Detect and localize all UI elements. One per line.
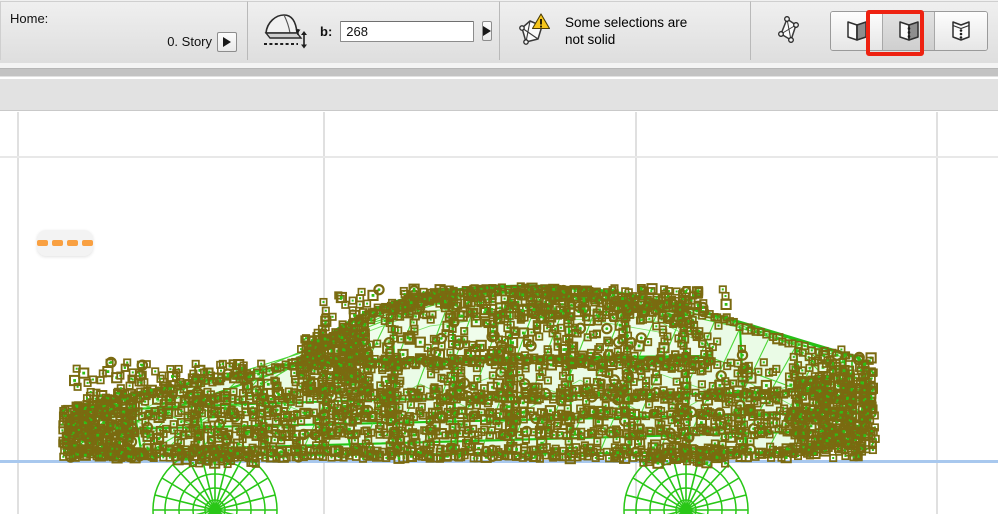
solid-model-icon[interactable]: [772, 14, 830, 48]
book-closed-dotted-icon: [948, 18, 974, 44]
drawing-canvas[interactable]: [0, 112, 998, 514]
elevation-input[interactable]: [340, 20, 475, 42]
view-mode-book-closed-dotted[interactable]: [935, 12, 987, 50]
elevation-shape-icon: [260, 11, 312, 51]
next-story-button[interactable]: [217, 31, 237, 52]
elevation-step-button[interactable]: [482, 21, 493, 41]
story-value: 0. Story: [167, 34, 212, 49]
toolbar-divider-dark: [0, 68, 998, 77]
view-mode-book-open-plain[interactable]: [831, 12, 883, 50]
book-open-dotted-icon: [896, 18, 922, 44]
home-label: Home:: [10, 10, 49, 26]
view-mode-segmented-control: [830, 11, 988, 51]
warning-message-line1: Some selections are: [565, 15, 688, 30]
triangle-right-icon: [483, 26, 492, 36]
view-tools-group: [751, 1, 998, 60]
warning-message: Some selections are not solid: [565, 14, 687, 48]
elevation-field-label: b:: [320, 23, 333, 39]
warning-solid-icon: [514, 12, 554, 50]
home-story-group: Home: 0. Story: [0, 1, 248, 60]
warning-group: Some selections are not solid: [500, 1, 751, 60]
canvas-ruler[interactable]: [0, 79, 998, 111]
application-window: Home: 0. Story b: 268 Some selections ar…: [0, 0, 998, 514]
view-mode-book-open-dotted[interactable]: [883, 12, 935, 50]
story-row: 0. Story: [167, 31, 237, 52]
elevation-group: b:: [248, 1, 500, 60]
car-wireframe-model[interactable]: [0, 112, 998, 514]
book-open-plain-icon: [844, 18, 870, 44]
main-toolbar: Home: 0. Story b: 268 Some selections ar…: [0, 0, 998, 63]
warning-message-line2: not solid: [565, 32, 616, 47]
triangle-right-icon: [223, 36, 231, 47]
